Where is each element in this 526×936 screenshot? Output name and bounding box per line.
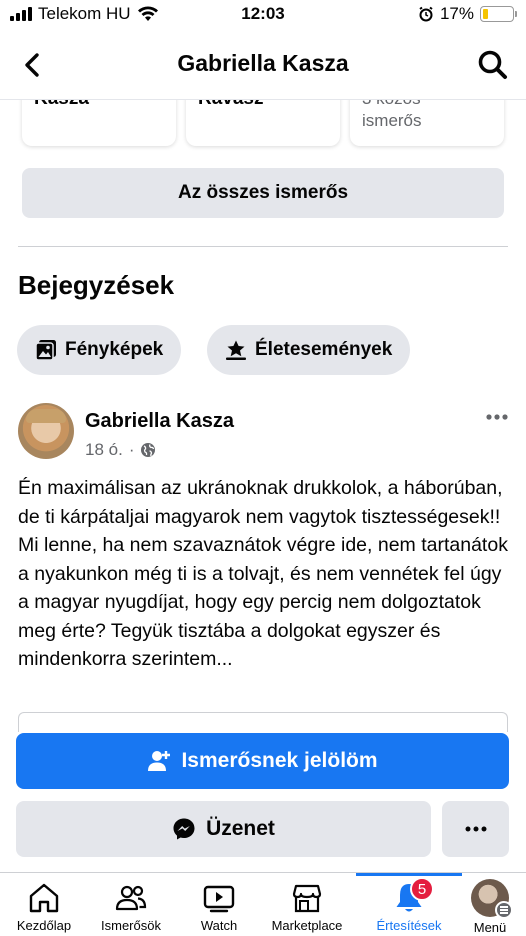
posts-section-title: Bejegyzések bbox=[18, 270, 175, 300]
globe-icon bbox=[141, 443, 156, 457]
all-friends-button[interactable]: Az összes ismerős bbox=[22, 168, 504, 218]
nav-friends-label: Ismerősök bbox=[101, 918, 161, 933]
nav-notifications-label: Értesítések bbox=[376, 918, 442, 933]
photos-chip[interactable]: Fényképek bbox=[17, 325, 182, 375]
home-icon bbox=[29, 883, 59, 913]
message-label: Üzenet bbox=[206, 817, 275, 840]
battery-icon bbox=[480, 6, 517, 22]
battery-percent: 17% bbox=[439, 4, 474, 23]
battery-level bbox=[483, 9, 488, 19]
add-friend-label: Ismerősnek jelölöm bbox=[181, 749, 378, 772]
nav-watch[interactable]: Watch bbox=[178, 873, 260, 936]
nav-friends[interactable]: Ismerősök bbox=[88, 873, 174, 936]
page-title: Gabriella Kasza bbox=[177, 50, 349, 76]
status-bar: Telekom HU 12:03 17% bbox=[0, 0, 526, 30]
status-right: 17% bbox=[418, 4, 517, 24]
notification-badge: 5 bbox=[410, 877, 434, 901]
post-author-name[interactable]: Gabriella Kasza bbox=[85, 410, 234, 433]
add-friend-button[interactable]: Ismerősnek jelölöm bbox=[16, 733, 509, 789]
menu-hamburger-icon bbox=[495, 901, 513, 919]
post-body-text[interactable]: Én maximálisan az ukránoknak drukkolok, … bbox=[18, 474, 512, 674]
nav-menu-label: Menü bbox=[473, 920, 507, 935]
watch-icon bbox=[203, 885, 235, 913]
post-attachment-edge bbox=[18, 712, 508, 732]
life-events-chip-label: Életesemények bbox=[255, 339, 393, 360]
marketplace-icon bbox=[292, 884, 322, 913]
life-events-chip[interactable]: Életesemények bbox=[207, 325, 411, 375]
meta-separator: · bbox=[128, 440, 135, 459]
bottom-nav: Kezdőlap Ismerősök Watch Marketplace 5 É… bbox=[0, 872, 526, 936]
friends-icon bbox=[115, 885, 147, 911]
post-author-avatar[interactable] bbox=[18, 403, 74, 459]
nav-home-label: Kezdőlap bbox=[16, 918, 72, 933]
photos-chip-label: Fényképek bbox=[65, 339, 164, 360]
alarm-icon bbox=[419, 6, 433, 22]
add-friend-icon bbox=[148, 751, 171, 771]
nav-marketplace[interactable]: Marketplace bbox=[264, 873, 350, 936]
search-icon[interactable] bbox=[476, 48, 510, 82]
bell-icon-wrap: 5 bbox=[392, 877, 434, 915]
nav-watch-label: Watch bbox=[200, 918, 238, 933]
section-divider bbox=[18, 246, 508, 247]
post-timestamp[interactable]: 18 ó. bbox=[85, 440, 123, 460]
nav-marketplace-label: Marketplace bbox=[271, 918, 343, 933]
menu-avatar bbox=[471, 879, 513, 919]
profile-header: Gabriella Kasza bbox=[0, 30, 526, 100]
nav-menu[interactable]: Menü bbox=[460, 873, 520, 936]
post-meta: 18 ó. · bbox=[85, 440, 156, 460]
post-options-icon[interactable] bbox=[484, 404, 510, 430]
nav-home[interactable]: Kezdőlap bbox=[2, 873, 86, 936]
messenger-icon bbox=[173, 818, 195, 840]
more-dots-icon bbox=[465, 826, 486, 832]
more-actions-button[interactable] bbox=[442, 801, 509, 857]
life-event-icon bbox=[226, 340, 246, 360]
message-button[interactable]: Üzenet bbox=[16, 801, 431, 857]
photos-icon bbox=[35, 340, 56, 361]
nav-notifications[interactable]: 5 Értesítések bbox=[356, 873, 462, 936]
